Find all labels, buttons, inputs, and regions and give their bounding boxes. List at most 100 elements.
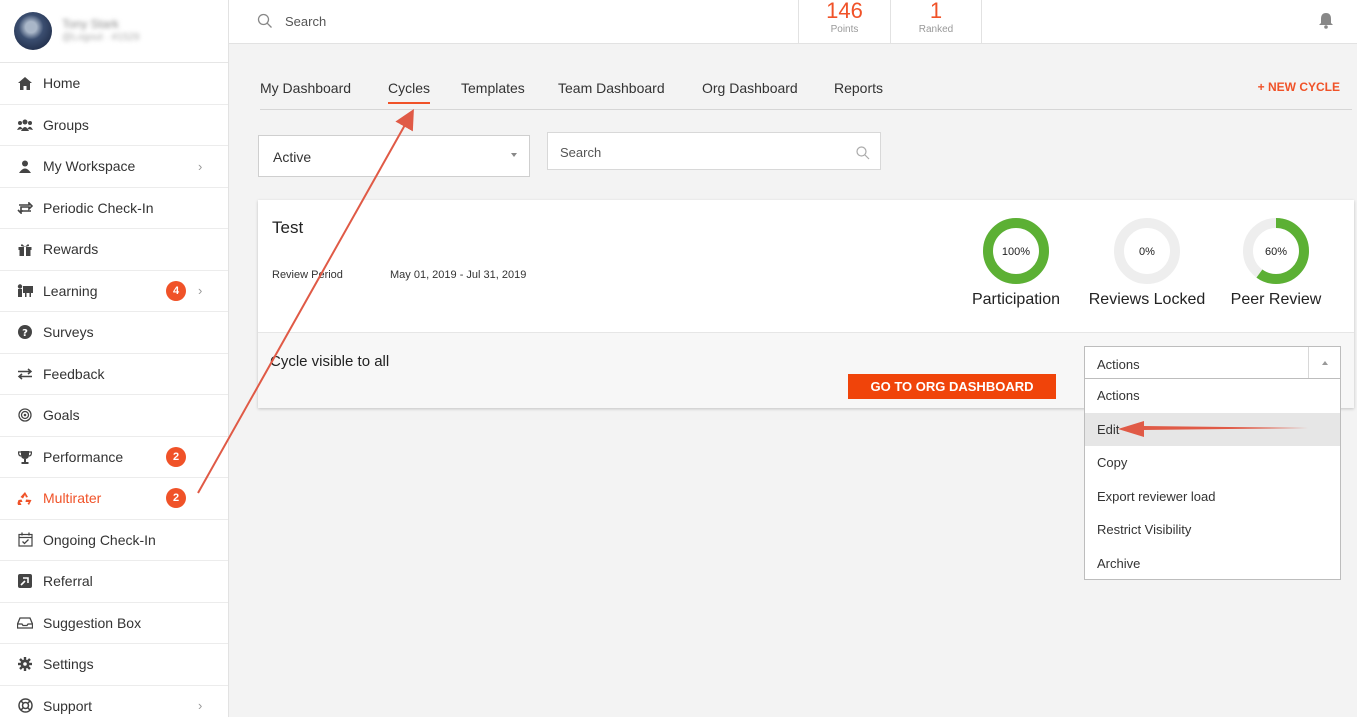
sidebar-item-label: Performance [43, 448, 124, 465]
ring-value: 100% [1002, 246, 1030, 258]
metric-label: Participation [971, 291, 1061, 308]
review-period-value: May 01, 2019 - Jul 31, 2019 [390, 269, 527, 281]
sidebar-item-label: Settings [43, 656, 94, 673]
sidebar-item-label: My Workspace [43, 158, 136, 175]
user-profile[interactable]: Tony Stark @Logout · #1529 [0, 0, 228, 63]
actions-option-copy[interactable]: Copy [1085, 446, 1340, 480]
gift-icon [16, 240, 34, 258]
sidebar-item-multirater[interactable]: Multirater 2 [0, 478, 228, 520]
sidebar-item-my-workspace[interactable]: My Workspace › [0, 146, 228, 188]
new-cycle-button[interactable]: + NEW CYCLE [1258, 80, 1340, 94]
notification-badge: 2 [166, 488, 186, 509]
actions-option-actions[interactable]: Actions [1085, 379, 1340, 413]
trophy-icon [16, 448, 34, 466]
sidebar-item-label: Surveys [43, 324, 94, 341]
chevron-down-icon [511, 153, 517, 157]
cycle-search-placeholder: Search [560, 145, 602, 160]
points-stat[interactable]: 146 Points [798, 0, 890, 44]
sidebar-item-feedback[interactable]: Feedback [0, 354, 228, 395]
avatar[interactable] [14, 12, 52, 50]
participation-metric: 100% Participation [962, 216, 1070, 309]
sidebar-item-label: Multirater [43, 490, 102, 507]
sidebar-item-label: Referral [43, 573, 93, 590]
groups-icon [16, 116, 34, 134]
target-icon [16, 406, 34, 424]
sidebar-item-rewards[interactable]: Rewards [0, 229, 228, 271]
sidebar-item-periodic-check-in[interactable]: Periodic Check-In [0, 188, 228, 229]
learning-icon [16, 282, 34, 300]
go-to-org-dashboard-button[interactable]: GO TO ORG DASHBOARD [848, 374, 1056, 399]
sidebar-item-settings[interactable]: Settings [0, 644, 228, 686]
gear-icon [16, 655, 34, 673]
points-value: 146 [826, 0, 863, 23]
sidebar-item-ongoing-check-in[interactable]: Ongoing Check-In [0, 520, 228, 561]
tab-cycles[interactable]: Cycles [388, 80, 431, 104]
ranked-label: Ranked [918, 24, 954, 35]
notification-badge: 4 [166, 280, 186, 301]
bell-icon[interactable] [1319, 12, 1333, 29]
actions-select-value: Actions [1097, 357, 1140, 372]
ranked-stat[interactable]: 1 Ranked [890, 0, 982, 44]
ranked-value: 1 [929, 0, 943, 23]
search-placeholder: Search [285, 13, 327, 29]
tab-templates[interactable]: Templates [461, 80, 525, 96]
actions-option-archive[interactable]: Archive [1085, 547, 1340, 581]
tab-reports[interactable]: Reports [834, 80, 883, 96]
profile-subtitle: @Logout · #1529 [62, 32, 140, 43]
sidebar-item-label: Home [43, 75, 81, 92]
tab-team-dashboard[interactable]: Team Dashboard [558, 80, 665, 96]
actions-select[interactable]: Actions [1084, 346, 1341, 379]
sidebar-item-suggestion-box[interactable]: Suggestion Box [0, 603, 228, 644]
sidebar-item-label: Rewards [43, 241, 99, 258]
sidebar-item-performance[interactable]: Performance 2 [0, 437, 228, 478]
tab-org-dashboard[interactable]: Org Dashboard [702, 80, 798, 96]
lifebuoy-icon [16, 697, 34, 715]
progress-ring: 100% [983, 218, 1049, 284]
sidebar-item-label: Learning [43, 282, 98, 299]
sidebar: Tony Stark @Logout · #1529 Home Groups M… [0, 0, 229, 717]
sidebar-item-label: Suggestion Box [43, 614, 142, 631]
sidebar-item-home[interactable]: Home [0, 63, 228, 105]
chevron-right-icon: › [198, 283, 203, 299]
actions-option-export-reviewer-load[interactable]: Export reviewer load [1085, 480, 1340, 514]
actions-option-edit[interactable]: Edit [1085, 412, 1340, 446]
svg-text:?: ? [22, 328, 28, 339]
main-tabs: My Dashboard Cycles Templates Team Dashb… [260, 78, 1352, 110]
metric-label: Reviews Locked [1088, 291, 1206, 308]
points-label: Points [830, 24, 859, 35]
cycle-search-input[interactable]: Search [547, 132, 881, 170]
cycle-title: Test [272, 218, 304, 237]
calendar-check-icon [16, 531, 34, 549]
workspace-icon [16, 157, 34, 175]
sidebar-item-label: Feedback [43, 365, 105, 382]
sidebar-item-goals[interactable]: Goals [0, 395, 228, 437]
chevron-right-icon: › [198, 158, 203, 174]
ring-value: 60% [1265, 246, 1287, 258]
actions-option-restrict-visibility[interactable]: Restrict Visibility [1085, 513, 1340, 547]
sidebar-item-groups[interactable]: Groups [0, 105, 228, 146]
actions-dropdown: Actions Edit Copy Export reviewer load R… [1084, 379, 1341, 580]
search-icon [257, 13, 273, 29]
global-search[interactable]: Search [257, 13, 326, 29]
top-bar: Search 146 Points 1 Ranked [229, 0, 1357, 44]
checkin-icon [16, 199, 34, 217]
sidebar-item-label: Goals [43, 407, 80, 424]
ring-value: 0% [1139, 246, 1155, 258]
status-filter-select[interactable]: Active [258, 135, 530, 177]
sidebar-item-surveys[interactable]: ? Surveys [0, 312, 228, 354]
sidebar-item-support[interactable]: Support › [0, 686, 228, 717]
sidebar-item-label: Ongoing Check-In [43, 531, 156, 548]
sidebar-item-label: Groups [43, 116, 89, 133]
inbox-icon [16, 614, 34, 632]
chevron-right-icon: › [198, 698, 203, 714]
reviews-locked-metric: 0% Reviews Locked [1082, 216, 1212, 309]
visibility-text: Cycle visible to all [270, 353, 390, 370]
sidebar-item-label: Periodic Check-In [43, 199, 154, 216]
chevron-up-icon [1308, 347, 1340, 378]
tab-my-dashboard[interactable]: My Dashboard [260, 80, 351, 96]
sidebar-item-learning[interactable]: Learning 4 › [0, 271, 228, 312]
review-period-label: Review Period [272, 269, 343, 281]
recycle-icon [16, 489, 34, 507]
sidebar-item-referral[interactable]: Referral [0, 561, 228, 603]
progress-ring: 0% [1114, 218, 1180, 284]
